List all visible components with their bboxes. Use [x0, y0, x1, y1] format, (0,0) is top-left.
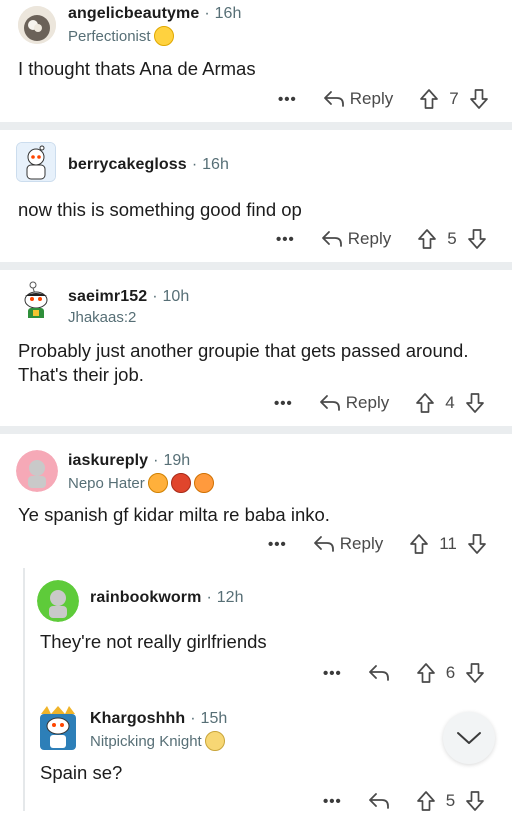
- avatar[interactable]: [16, 280, 54, 318]
- downvote-icon[interactable]: [467, 533, 487, 555]
- user-flair: Perfectionist: [68, 26, 241, 46]
- overflow-menu-icon[interactable]: •••: [268, 536, 287, 553]
- reply-button[interactable]: Reply: [323, 89, 393, 109]
- username[interactable]: angelicbeautyme: [68, 5, 199, 22]
- username[interactable]: rainbookworm: [90, 589, 201, 606]
- overflow-menu-icon[interactable]: •••: [276, 231, 295, 248]
- comment-body: They're not really girlfriends: [40, 631, 267, 652]
- vote-count: 4: [445, 393, 455, 412]
- downvote-icon[interactable]: [465, 392, 485, 414]
- timestamp: 16h: [214, 5, 242, 22]
- overflow-menu-icon[interactable]: •••: [278, 91, 297, 108]
- user-flair: Nitpicking Knight: [90, 731, 227, 751]
- vote-count: 11: [439, 534, 457, 553]
- user-flair: Jhakaas:2: [68, 309, 137, 326]
- vote-count: 5: [445, 791, 456, 810]
- timestamp: 19h: [163, 452, 191, 469]
- timestamp: 15h: [200, 710, 228, 727]
- avatar[interactable]: [16, 142, 56, 182]
- comment-body: Spain se?: [40, 762, 123, 783]
- vote-count: 6: [445, 663, 456, 682]
- timestamp: 10h: [162, 288, 190, 305]
- downvote-icon[interactable]: [467, 228, 487, 250]
- upvote-icon[interactable]: [419, 88, 439, 110]
- reply-arrow-icon: [368, 793, 389, 809]
- reply-arrow-icon: [368, 665, 389, 681]
- upvote-icon[interactable]: [409, 533, 429, 555]
- downvote-icon[interactable]: [469, 88, 489, 110]
- separator-dot: ·: [191, 156, 198, 173]
- separator-dot: ·: [153, 452, 159, 469]
- reply-button[interactable]: [368, 664, 390, 682]
- downvote-icon[interactable]: [465, 790, 485, 812]
- reply-arrow-icon: [323, 91, 344, 107]
- upvote-icon[interactable]: [415, 392, 435, 414]
- timestamp: 12h: [216, 589, 244, 606]
- cursing-emoji-icon: [170, 473, 191, 493]
- comment-separator: [0, 122, 512, 130]
- username[interactable]: Khargoshhh: [90, 710, 185, 727]
- upvote-icon[interactable]: [416, 790, 436, 812]
- avatar[interactable]: [16, 450, 58, 492]
- overflow-menu-icon[interactable]: •••: [323, 793, 342, 810]
- overflow-menu-icon[interactable]: •••: [323, 665, 342, 682]
- separator-dot: ·: [206, 589, 212, 606]
- reply-button[interactable]: Reply: [319, 393, 389, 413]
- overflow-menu-icon[interactable]: •••: [274, 395, 293, 412]
- comment-separator: [0, 426, 512, 434]
- comment-body: Ye spanish gf kidar milta re baba inko.: [18, 504, 330, 525]
- avatar[interactable]: [37, 580, 79, 622]
- vote-count: 7: [449, 89, 459, 108]
- reply-button[interactable]: Reply: [313, 534, 383, 554]
- knight-emoji-icon: [204, 731, 225, 751]
- separator-dot: ·: [204, 5, 210, 22]
- angry-face-emoji-icon: [193, 473, 214, 493]
- avatar[interactable]: [37, 704, 79, 752]
- timestamp: 16h: [202, 156, 229, 173]
- user-flair: Nepo Hater: [68, 473, 214, 493]
- vote-count: 5: [447, 229, 457, 248]
- downvote-icon[interactable]: [465, 662, 485, 684]
- username[interactable]: saeimr152: [68, 288, 147, 305]
- separator-dot: ·: [152, 288, 158, 305]
- comment-body: Probably just another groupie that gets …: [18, 340, 469, 385]
- reply-arrow-icon: [319, 395, 340, 411]
- angry-emoji-icon: [147, 473, 168, 493]
- reply-button[interactable]: [368, 792, 390, 810]
- separator-dot: ·: [190, 710, 196, 727]
- comment-body: now this is something good find op: [18, 199, 302, 220]
- reply-button[interactable]: Reply: [321, 229, 391, 249]
- thread-line[interactable]: [23, 568, 25, 811]
- username[interactable]: berrycakegloss: [68, 156, 187, 173]
- chevron-down-icon: [457, 732, 481, 744]
- jump-next-comment-button[interactable]: [443, 712, 495, 764]
- upvote-icon[interactable]: [417, 228, 437, 250]
- upvote-icon[interactable]: [416, 662, 436, 684]
- comment-separator: [0, 262, 512, 270]
- monocle-emoji-icon: [153, 26, 174, 46]
- comment-body: I thought thats Ana de Armas: [18, 58, 256, 79]
- username[interactable]: iaskureply: [68, 452, 148, 469]
- reply-arrow-icon: [321, 231, 342, 247]
- avatar[interactable]: [18, 6, 56, 44]
- reply-arrow-icon: [313, 536, 334, 552]
